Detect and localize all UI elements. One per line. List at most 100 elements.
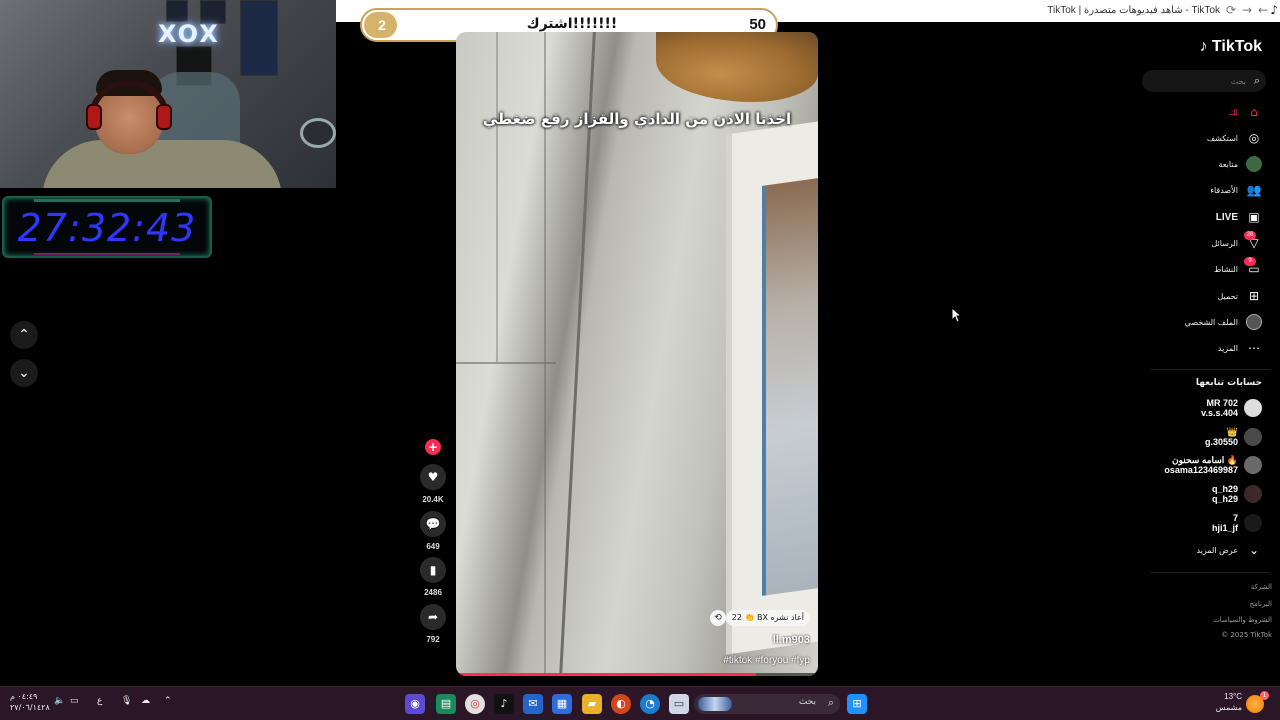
next-video-button[interactable]: ⌄: [10, 359, 38, 387]
taskbar-search[interactable]: بحث ⌕: [694, 694, 840, 714]
account-item[interactable]: q_h29 q_h29: [1212, 484, 1262, 504]
share-icon: ➦: [427, 610, 439, 624]
nav-messages[interactable]: الرسائل ▽ 26: [1212, 231, 1263, 254]
footer-company-link[interactable]: الشركة: [1251, 583, 1272, 591]
mouse-cursor-icon: [952, 308, 962, 323]
nav-more[interactable]: المزيد ⋯: [1218, 337, 1262, 359]
account-item[interactable]: اسامه سحنون 🔥 osama123469987: [1164, 455, 1262, 475]
show-more-button[interactable]: عرض المزيد ⌄: [1196, 539, 1262, 561]
activity-badge: 9: [1244, 257, 1256, 266]
chevron-up-icon: ⌃: [18, 327, 30, 343]
speaker-icon[interactable]: 🔈: [54, 696, 65, 706]
forward-icon[interactable]: →: [1242, 3, 1252, 17]
notification-badge: 1: [1260, 691, 1269, 700]
tiktok-app-icon[interactable]: ♪: [494, 694, 514, 714]
previous-video-button[interactable]: ⌃: [10, 321, 38, 349]
sidebar-divider: [1150, 369, 1270, 370]
nav-activity[interactable]: النشاط ▭ 9: [1214, 257, 1262, 280]
tray-chevron-icon[interactable]: ⌃: [164, 696, 172, 706]
friends-icon: 👥: [1246, 183, 1262, 197]
discord-app-icon[interactable]: ◉: [405, 694, 425, 714]
footer-program-link[interactable]: البرنامج: [1250, 600, 1272, 608]
search-icon[interactable]: ⌕: [1254, 74, 1260, 88]
network-icon[interactable]: ▭: [70, 696, 79, 706]
nav-for-you[interactable]: لك ⌂: [1229, 101, 1262, 123]
channel-logo: XOX: [158, 20, 220, 48]
following-avatar-icon: [1246, 156, 1262, 172]
video-caption: اخذنا الاذن من الدادي والقزاز رفع ضغطي: [482, 110, 792, 128]
timer-value: 27:32:43: [17, 206, 197, 250]
search-icon: ⌕: [827, 696, 834, 709]
file-explorer-icon[interactable]: ▰: [582, 694, 602, 714]
windows-start-icon[interactable]: ⊞: [847, 694, 867, 714]
sidebar-divider: [1150, 572, 1270, 573]
share-count: 792: [426, 635, 440, 644]
avatar: [1244, 428, 1262, 446]
nav-upload[interactable]: تحميل ⊞: [1218, 285, 1263, 307]
account-item[interactable]: 7 hji1_jf: [1212, 513, 1262, 533]
edge-icon[interactable]: ◔: [640, 694, 660, 714]
video-progress-bar[interactable]: [456, 673, 818, 676]
taskbar-clock[interactable]: ٠٤:٤٩ م ٢٧/٠٦/١٤٢٨: [10, 691, 50, 713]
weather-widget[interactable]: 13°C مشمس: [1210, 691, 1242, 713]
app-green-icon[interactable]: ▤: [436, 694, 456, 714]
chevron-down-icon: ⌄: [1248, 543, 1260, 557]
profile-avatar-icon: [1246, 314, 1262, 330]
follow-button[interactable]: +: [425, 439, 441, 455]
outlook-icon[interactable]: ✉: [523, 694, 543, 714]
avatar: [1244, 485, 1262, 503]
bookmark-icon: ▮: [429, 563, 437, 577]
chrome-icon[interactable]: ◎: [465, 694, 485, 714]
stream-timer: 27:32:43: [2, 196, 212, 258]
plus-icon: +: [427, 440, 439, 454]
video-player[interactable]: اخذنا الاذن من الدادي والقزاز رفع ضغطي ⟲…: [456, 32, 818, 676]
account-item[interactable]: 👑 g.30550: [1205, 427, 1262, 447]
like-button[interactable]: ♥: [420, 464, 446, 490]
account-item[interactable]: MR 702 v.s.s.404: [1201, 398, 1262, 418]
chevron-down-icon: ⌄: [18, 365, 30, 381]
language-indicator[interactable]: ع: [97, 696, 102, 706]
video-author[interactable]: ll.m903: [773, 634, 810, 646]
more-icon: ⋯: [1248, 341, 1260, 355]
nav-explore[interactable]: استكشف ◎: [1207, 127, 1262, 149]
search-highlight-image: [698, 697, 732, 711]
avatar: [1244, 399, 1262, 417]
goal-target: 50: [749, 16, 766, 33]
goal-current: 2: [378, 17, 386, 33]
avatar: [1244, 514, 1262, 532]
save-button[interactable]: ▮: [420, 557, 446, 583]
activity-icon: ▭ 9: [1244, 257, 1262, 277]
search-input[interactable]: [1150, 73, 1246, 89]
app-orange-icon[interactable]: ◐: [611, 694, 631, 714]
onedrive-icon[interactable]: ☁: [141, 696, 150, 706]
goal-label: اشترك!!!!!!!: [526, 16, 618, 32]
avatar: [1244, 456, 1262, 474]
taskbar: ٠٤:٤٩ م ٢٧/٠٦/١٤٢٨ 🔈 ▭ ع 🎙 ☁ ⌃ ◉ ▤ ◎ ♪ ✉…: [0, 686, 1280, 720]
repost-badge[interactable]: 22 👏 BX أعاد نشره: [725, 610, 810, 626]
share-button[interactable]: ➦: [420, 604, 446, 630]
store-icon[interactable]: ▦: [552, 694, 572, 714]
nav-live[interactable]: LIVE ▣: [1216, 206, 1262, 228]
window-app-icon[interactable]: ▭: [669, 694, 689, 714]
upload-icon: ⊞: [1248, 289, 1260, 303]
footer-copyright: © 2025 TikTok: [1221, 631, 1272, 639]
tiktok-logo[interactable]: ♪ TikTok: [1199, 38, 1262, 56]
nav-profile[interactable]: الملف الشخصي: [1185, 311, 1262, 333]
tab-title[interactable]: TikTok | شاهد فيديوهات متصدرة - TikTok: [1047, 5, 1220, 16]
like-count: 20.4K: [422, 495, 444, 504]
microphone-icon[interactable]: 🎙: [121, 696, 132, 706]
nav-friends[interactable]: الأصدقاء 👥: [1210, 179, 1262, 201]
comment-button[interactable]: 💬: [420, 511, 446, 537]
home-icon: ⌂: [1250, 105, 1258, 119]
footer-terms-link[interactable]: الشروط والسياسات: [1213, 616, 1272, 624]
compass-icon: ◎: [1248, 131, 1260, 145]
tiktok-note-icon: ♪: [1199, 38, 1208, 55]
refresh-icon[interactable]: ⟳: [1226, 3, 1236, 17]
nav-following[interactable]: متابعة: [1218, 153, 1262, 175]
following-accounts-title: حسابات تتابعها: [1195, 378, 1262, 388]
webcam-overlay: XOX: [0, 0, 336, 188]
search-box[interactable]: ⌕: [1142, 70, 1266, 92]
video-hashtags[interactable]: #tiktok #foryou #fyp: [723, 655, 810, 666]
comment-count: 649: [426, 542, 440, 551]
back-icon[interactable]: ←: [1258, 3, 1268, 17]
